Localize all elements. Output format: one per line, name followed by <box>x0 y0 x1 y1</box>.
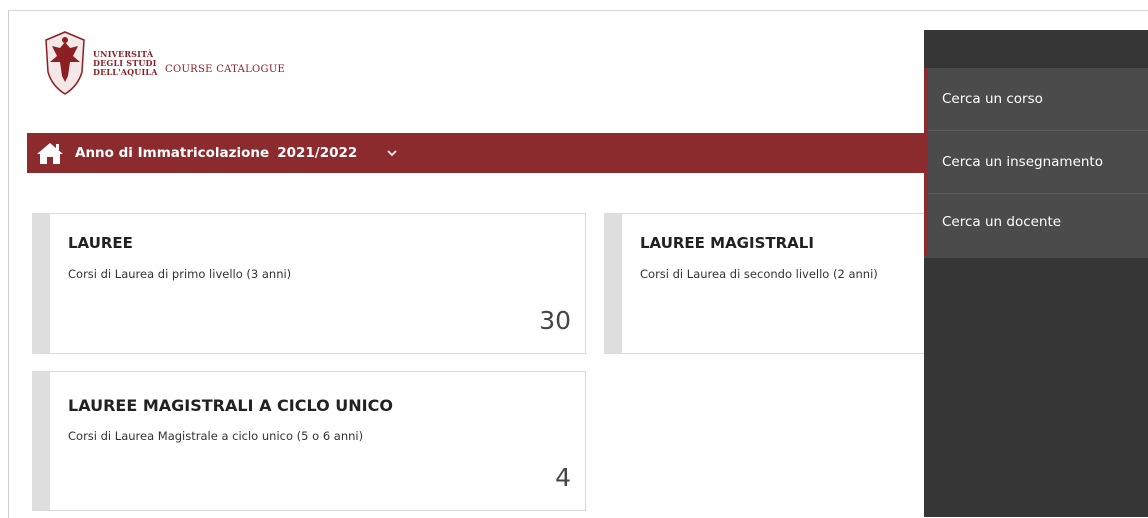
course-card-lauree-magistrali[interactable]: LAUREE MAGISTRALI Corsi di Laurea di sec… <box>604 213 964 354</box>
enrollment-year-bar: Anno di Immatricolazione 2021/2022 <box>27 133 927 173</box>
side-menu-accent <box>924 68 928 256</box>
chevron-down-icon[interactable] <box>385 146 399 160</box>
enrollment-year-label: Anno di Immatricolazione <box>75 145 270 161</box>
course-card-ciclo-unico[interactable]: LAUREE MAGISTRALI A CICLO UNICO Corsi di… <box>32 371 586 511</box>
card-description: Corsi di Laurea Magistrale a ciclo unico… <box>68 429 364 443</box>
university-name: UNIVERSITÀ DEGLI STUDI DELL'AQUILA <box>93 50 158 77</box>
card-count: 4 <box>555 463 571 492</box>
card-title: LAUREE MAGISTRALI A CICLO UNICO <box>68 396 393 415</box>
card-count: 30 <box>539 306 571 335</box>
card-description: Corsi di Laurea di primo livello (3 anni… <box>68 267 292 281</box>
course-card-lauree[interactable]: LAUREE Corsi di Laurea di primo livello … <box>32 213 586 354</box>
catalogue-title: COURSE CATALOGUE <box>165 64 286 75</box>
side-menu-item-search-teaching[interactable]: Cerca un insegnamento <box>924 131 1148 194</box>
university-name-line-3: DELL'AQUILA <box>93 67 158 77</box>
card-title: LAUREE <box>68 234 133 252</box>
side-menu-item-search-course[interactable]: Cerca un corso <box>924 68 1148 131</box>
side-menu-item-search-teacher[interactable]: Cerca un docente <box>924 194 1148 258</box>
enrollment-year-value[interactable]: 2021/2022 <box>277 145 357 161</box>
home-icon[interactable] <box>35 138 65 168</box>
card-title: LAUREE MAGISTRALI <box>640 234 814 252</box>
side-menu: Cerca un corso Cerca un insegnamento Cer… <box>924 68 1148 258</box>
card-description: Corsi di Laurea di secondo livello (2 an… <box>640 267 878 281</box>
university-logo[interactable] <box>40 28 90 98</box>
